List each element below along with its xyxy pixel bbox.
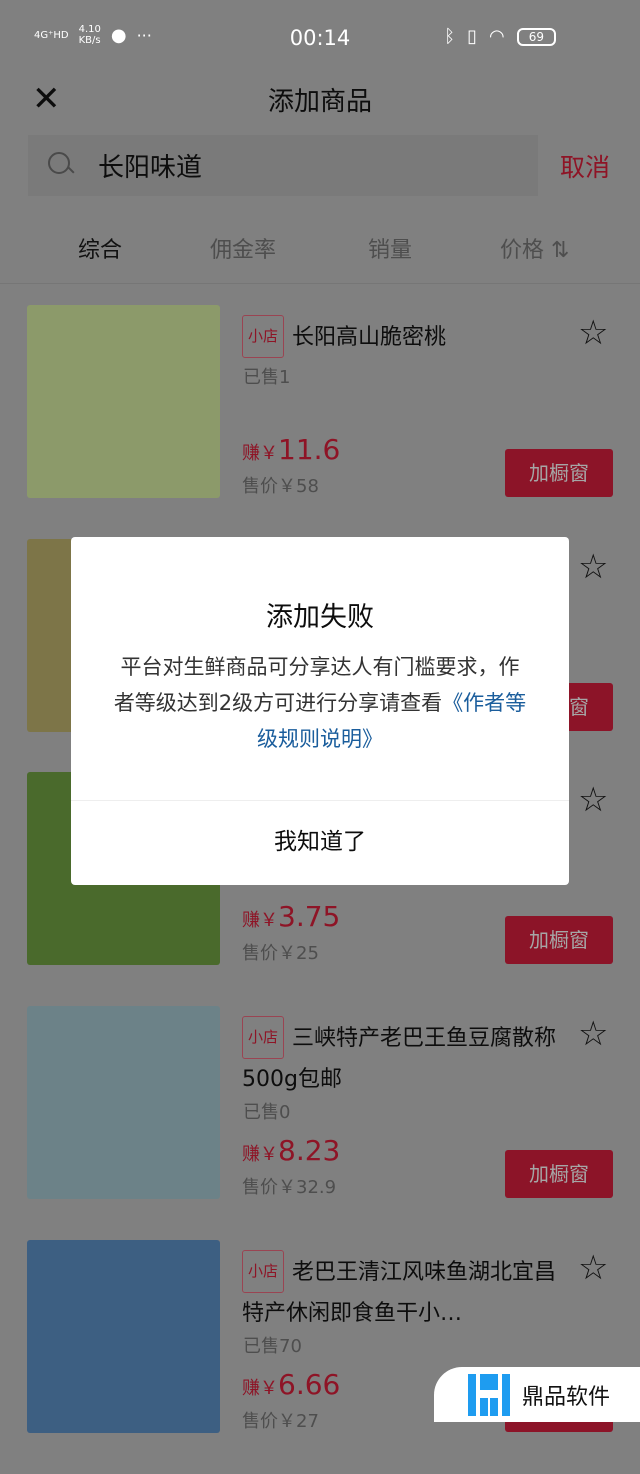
ok-button[interactable]: 我知道了 [71, 800, 569, 885]
product-title: 小店 老巴王清江风味鱼湖北宜昌特产休闲即食鱼干小… [242, 1250, 562, 1334]
add-failed-dialog: 添加失败 平台对生鲜商品可分享达人有门槛要求，作者等级达到2级方可进行分享请查看… [71, 537, 569, 885]
sold-count: 已售0 [243, 1102, 291, 1123]
commission: 赚￥3.75 [242, 900, 341, 933]
product-image[interactable] [27, 1240, 220, 1433]
sale-price: 售价￥27 [242, 1411, 319, 1432]
tab-price[interactable]: 价格 ⇅ [500, 232, 569, 264]
wifi-icon: ◠ [489, 26, 505, 47]
add-to-showcase-button[interactable]: 加橱窗 [505, 1150, 613, 1198]
page-title: 添加商品 [267, 87, 372, 117]
commission: 赚￥6.66 [242, 1368, 341, 1401]
header: ✕ 添加商品 [0, 75, 640, 125]
tab-commission[interactable]: 佣金率 [210, 232, 276, 264]
star-icon[interactable]: ☆ [578, 1248, 608, 1288]
sort-tabs: 综合 佣金率 销量 价格 ⇅ [0, 230, 640, 284]
product-item[interactable]: 小店 长阳高山脆密桃 ☆ 已售1 赚￥11.6 售价￥58 加橱窗 [0, 305, 640, 539]
star-icon[interactable]: ☆ [578, 547, 608, 587]
battery-icon: 69 [516, 27, 556, 46]
product-title: 小店 长阳高山脆密桃 [242, 315, 562, 358]
product-item[interactable]: 小店 老巴王清江风味鱼湖北宜昌特产休闲即食鱼干小… ☆ 已售70 赚￥6.66 售价￥27… [0, 1240, 640, 1474]
sold-count: 已售1 [243, 367, 291, 388]
star-icon[interactable]: ☆ [578, 313, 608, 353]
status-bar: 4G⁺HD 4.10 KB/s ● ··· 00:14 ᛒ ▯ ◠ 69 [0, 0, 640, 75]
add-to-showcase-button[interactable]: 加橱窗 [505, 916, 613, 964]
shop-badge: 小店 [242, 1016, 285, 1059]
shop-badge: 小店 [242, 315, 285, 358]
search-icon [48, 151, 76, 180]
product-item[interactable]: 小店 三峡特产老巴王鱼豆腐散称500g包邮 ☆ 已售0 赚￥8.23 售价￥32.9 加橱窗 [0, 1006, 640, 1240]
star-icon[interactable]: ☆ [578, 780, 608, 820]
watermark-logo-icon [468, 1373, 510, 1416]
dialog-body: 平台对生鲜商品可分享达人有门槛要求，作者等级达到2级方可进行分享请查看《作者等级… [113, 655, 527, 751]
tab-sales[interactable]: 销量 [368, 232, 412, 264]
dialog-title: 添加失败 [266, 602, 374, 633]
product-image[interactable] [27, 1006, 220, 1199]
tab-overall[interactable]: 综合 [78, 232, 122, 264]
sale-price: 售价￥32.9 [242, 1177, 337, 1198]
bluetooth-icon: ᛒ [444, 26, 456, 47]
commission: 赚￥8.23 [242, 1134, 341, 1167]
cancel-button[interactable]: 取消 [560, 148, 610, 184]
product-title: 小店 三峡特产老巴王鱼豆腐散称500g包邮 [242, 1016, 562, 1100]
sold-count: 已售70 [243, 1336, 302, 1357]
commission: 赚￥11.6 [242, 433, 341, 466]
sale-price: 售价￥58 [242, 476, 319, 497]
vibrate-icon: ▯ [467, 26, 477, 47]
star-icon[interactable]: ☆ [578, 1014, 608, 1054]
watermark: 鼎品软件 [434, 1367, 640, 1422]
search-value: 长阳味道 [98, 153, 203, 183]
sale-price: 售价￥25 [242, 943, 319, 964]
add-to-showcase-button[interactable]: 加橱窗 [505, 449, 613, 497]
product-image[interactable] [27, 305, 220, 498]
search-input[interactable]: 长阳味道 [28, 135, 538, 196]
shop-badge: 小店 [242, 1250, 285, 1293]
